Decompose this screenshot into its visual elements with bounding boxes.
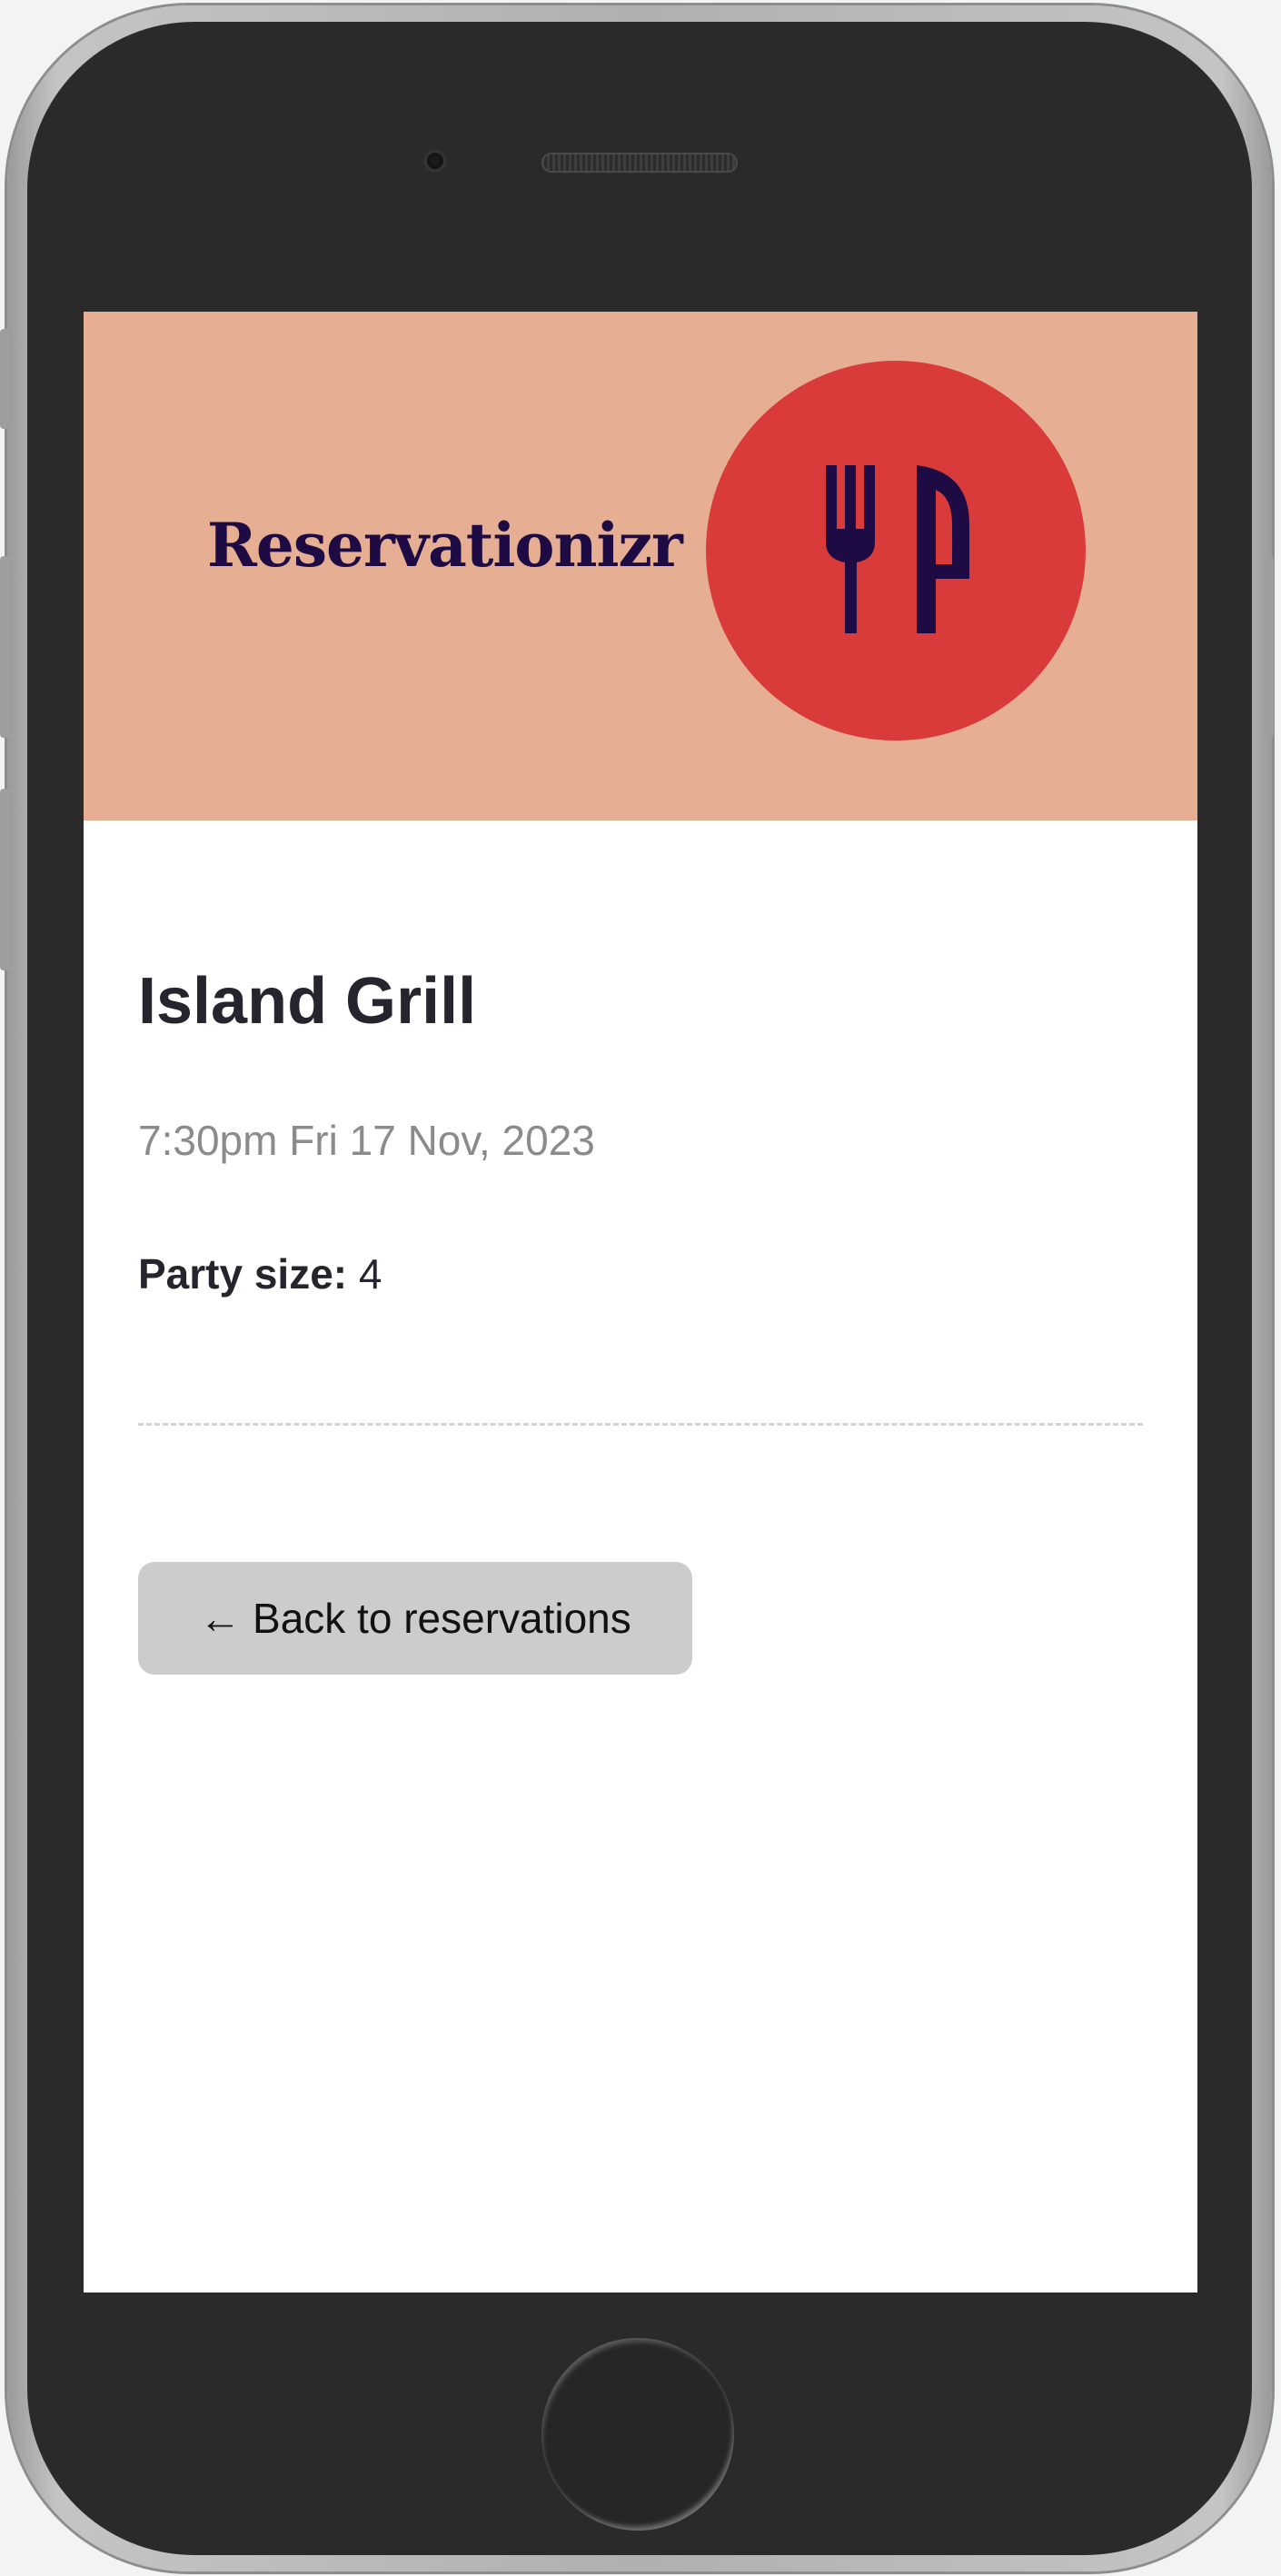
divider <box>138 1423 1143 1426</box>
earpiece-speaker <box>541 153 738 173</box>
back-to-reservations-button[interactable]: ← Back to reservations <box>138 1562 692 1675</box>
front-camera <box>423 149 447 173</box>
party-size-label: Party size: <box>138 1250 348 1298</box>
restaurant-name: Island Grill <box>138 965 477 1038</box>
app-screen: Reservationizr Island Grill 7:30pm Fri 1… <box>84 312 1197 2293</box>
fork-knife-icon <box>826 465 969 633</box>
volume-up-button <box>0 556 9 738</box>
brand-title[interactable]: Reservationizr <box>207 510 683 581</box>
fork-knife-logo-icon <box>706 361 1086 741</box>
reservation-datetime: 7:30pm Fri 17 Nov, 2023 <box>138 1117 595 1164</box>
mute-switch <box>0 329 9 429</box>
volume-down-button <box>0 789 9 970</box>
party-size: Party size: 4 <box>138 1249 382 1298</box>
home-button[interactable] <box>541 2338 734 2531</box>
power-button <box>1265 556 1274 738</box>
party-size-value: 4 <box>358 1250 382 1298</box>
app-header: Reservationizr <box>84 312 1197 821</box>
